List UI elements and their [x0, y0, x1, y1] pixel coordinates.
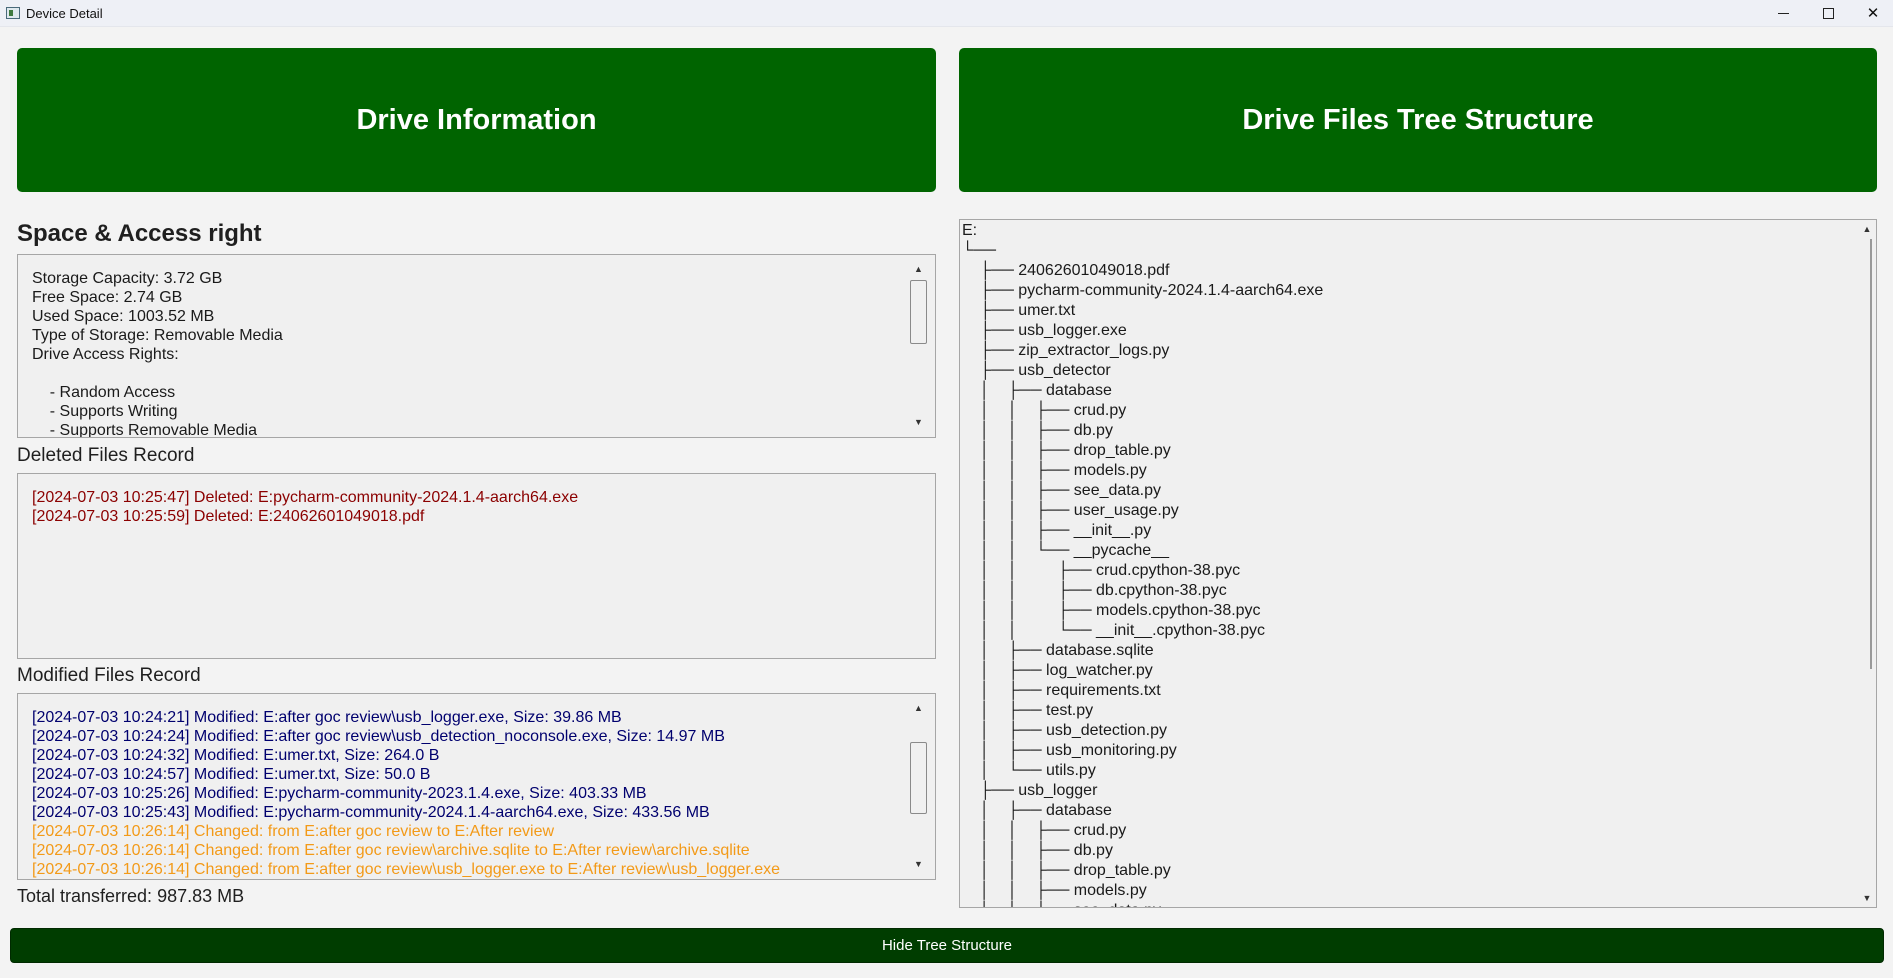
tree-node: │ │ ├── crud.py: [962, 402, 1127, 419]
deleted-record: [2024-07-03 10:25:47] Deleted: E:pycharm…: [32, 489, 579, 506]
info-line: - Random Access: [32, 384, 176, 401]
info-line: - Supports Writing: [32, 403, 178, 420]
tree-node: ├── usb_logger: [962, 782, 1098, 799]
tree-node: │ │ └── __init__.cpython-38.pyc: [962, 622, 1266, 639]
tree-node: │ ├── usb_monitoring.py: [962, 742, 1177, 759]
scroll-down-icon[interactable]: ▼: [912, 858, 925, 871]
info-line: Type of Storage: Removable Media: [32, 327, 283, 344]
tree-node: │ │ ├── see_data.py: [962, 901, 1323, 907]
tree-node: ├── zip_extractor_logs.py: [962, 342, 1170, 359]
tree-node: │ ├── database: [962, 802, 1112, 819]
tree-node: │ ├── test.py: [962, 702, 1094, 719]
tree-node: │ ├── database.sqlite: [962, 642, 1154, 659]
space-access-title: Space & Access right: [17, 220, 262, 247]
maximize-icon: [1822, 7, 1834, 19]
tree-node: │ │ └── __pycache__: [962, 542, 1169, 559]
tree-node: │ ├── usb_detection.py: [962, 722, 1167, 739]
scroll-down-icon[interactable]: ▼: [1861, 892, 1873, 904]
tree-node: │ │ ├── drop_table.py: [962, 442, 1171, 459]
minimize-icon: [1777, 12, 1789, 14]
scroll-up-icon[interactable]: ▲: [1861, 223, 1873, 235]
scroll-thumb[interactable]: [1870, 239, 1872, 669]
info-line: [32, 364, 283, 383]
tree-structure-box[interactable]: E: └── ├── 24062601049018.pdf ├── pycharm…: [959, 219, 1877, 908]
tree-node: │ │ ├── db.py: [962, 842, 1113, 859]
deleted-record: [2024-07-03 10:25:59] Deleted: E:2406260…: [32, 508, 425, 525]
modified-files-scrollbar[interactable]: ▲ ▼: [910, 702, 927, 871]
scroll-down-icon[interactable]: ▼: [912, 416, 925, 429]
deleted-files-box[interactable]: [2024-07-03 10:25:47] Deleted: E:pycharm…: [17, 473, 936, 659]
modified-record: [2024-07-03 10:26:14] Changed: from E:af…: [32, 823, 555, 840]
tree-node: ├── 24062601049018.pdf: [962, 262, 1170, 279]
total-transferred: Total transferred: 987.83 MB: [17, 886, 245, 906]
drive-information-header: Drive Information: [17, 48, 936, 192]
tree-node: E:: [962, 222, 978, 239]
tree-node: │ │ ├── user_usage.py: [962, 502, 1179, 519]
space-access-box[interactable]: Storage Capacity: 3.72 GB Free Space: 2.7…: [17, 254, 936, 438]
deleted-files-title: Deleted Files Record: [17, 445, 195, 466]
scroll-up-icon[interactable]: ▲: [912, 263, 925, 276]
modified-record: [2024-07-03 10:24:57] Modified: E:umer.t…: [32, 766, 431, 783]
tree-node: │ │ ├── models.py: [962, 462, 1147, 479]
info-line: Free Space: 2.74 GB: [32, 289, 183, 306]
maximize-button[interactable]: [1805, 0, 1851, 26]
tree-node: │ └── utils.py: [962, 762, 1096, 779]
scroll-up-icon[interactable]: ▲: [912, 702, 925, 715]
minimize-button[interactable]: [1760, 0, 1806, 26]
modified-record: [2024-07-03 10:26:14] Changed: from E:af…: [32, 842, 750, 859]
tree-node: │ │ ├── db.cpython-38.pyc: [962, 582, 1227, 599]
space-access-text: Storage Capacity: 3.72 GB Free Space: 2.7…: [32, 269, 283, 438]
hide-tree-structure-button[interactable]: Hide Tree Structure: [10, 928, 1884, 963]
tree-node: │ ├── requirements.txt: [962, 682, 1161, 699]
tree-node: ├── pycharm-community-2024.1.4-aarch64.e…: [962, 282, 1324, 299]
info-line: - Supports Removable Media: [32, 422, 257, 438]
title-bar: Device Detail ✕: [0, 0, 1893, 27]
modified-record: [2024-07-03 10:25:26] Modified: E:pychar…: [32, 785, 647, 802]
close-icon: ✕: [1866, 5, 1880, 22]
tree-node: │ │ ├── models.py: [962, 882, 1147, 899]
window-title: Device Detail: [26, 6, 103, 21]
info-line: Drive Access Rights:: [32, 346, 179, 363]
tree-structure-text: E: └── ├── 24062601049018.pdf ├── pycharm…: [962, 221, 1324, 907]
scroll-thumb[interactable]: [910, 742, 927, 814]
tree-node: ├── usb_logger.exe: [962, 322, 1127, 339]
modified-files-box[interactable]: [2024-07-03 10:24:21] Modified: E:after …: [17, 693, 936, 880]
tree-node: │ ├── log_watcher.py: [962, 662, 1153, 679]
tree-node: ├── usb_detector: [962, 362, 1111, 379]
tree-node: │ ├── database: [962, 382, 1112, 399]
tree-node: │ │ ├── drop_table.py: [962, 862, 1171, 879]
modified-record: [2024-07-03 10:24:21] Modified: E:after …: [32, 709, 622, 726]
modified-files-text: [2024-07-03 10:24:21] Modified: E:after …: [32, 708, 780, 879]
info-line: Used Space: 1003.52 MB: [32, 308, 215, 325]
tree-structure-header: Drive Files Tree Structure: [959, 48, 1877, 192]
tree-node: │ │ ├── crud.py: [962, 822, 1127, 839]
tree-node: ├── umer.txt: [962, 302, 1076, 319]
close-button[interactable]: ✕: [1850, 0, 1893, 26]
deleted-files-text: [2024-07-03 10:25:47] Deleted: E:pycharm…: [32, 488, 578, 526]
tree-node: │ │ ├── db.py: [962, 422, 1113, 439]
tree-node: │ │ ├── __init__.py: [962, 522, 1152, 539]
modified-record: [2024-07-03 10:26:14] Changed: from E:af…: [32, 861, 781, 878]
scroll-thumb[interactable]: [910, 280, 927, 344]
modified-record: [2024-07-03 10:25:43] Modified: E:pychar…: [32, 804, 710, 821]
tree-node: └──: [962, 242, 997, 259]
app-icon: [6, 7, 20, 19]
space-access-scrollbar[interactable]: ▲ ▼: [910, 263, 927, 429]
modified-record: [2024-07-03 10:24:24] Modified: E:after …: [32, 728, 725, 745]
tree-scrollbar[interactable]: ▲ ▼: [1860, 221, 1874, 906]
tree-node: │ │ ├── crud.cpython-38.pyc: [962, 562, 1241, 579]
info-line: Storage Capacity: 3.72 GB: [32, 270, 223, 287]
modified-files-title: Modified Files Record: [17, 665, 201, 686]
tree-node: │ │ ├── models.cpython-38.pyc: [962, 602, 1261, 619]
tree-node: │ │ ├── see_data.py: [962, 482, 1161, 499]
modified-record: [2024-07-03 10:24:32] Modified: E:umer.t…: [32, 747, 440, 764]
